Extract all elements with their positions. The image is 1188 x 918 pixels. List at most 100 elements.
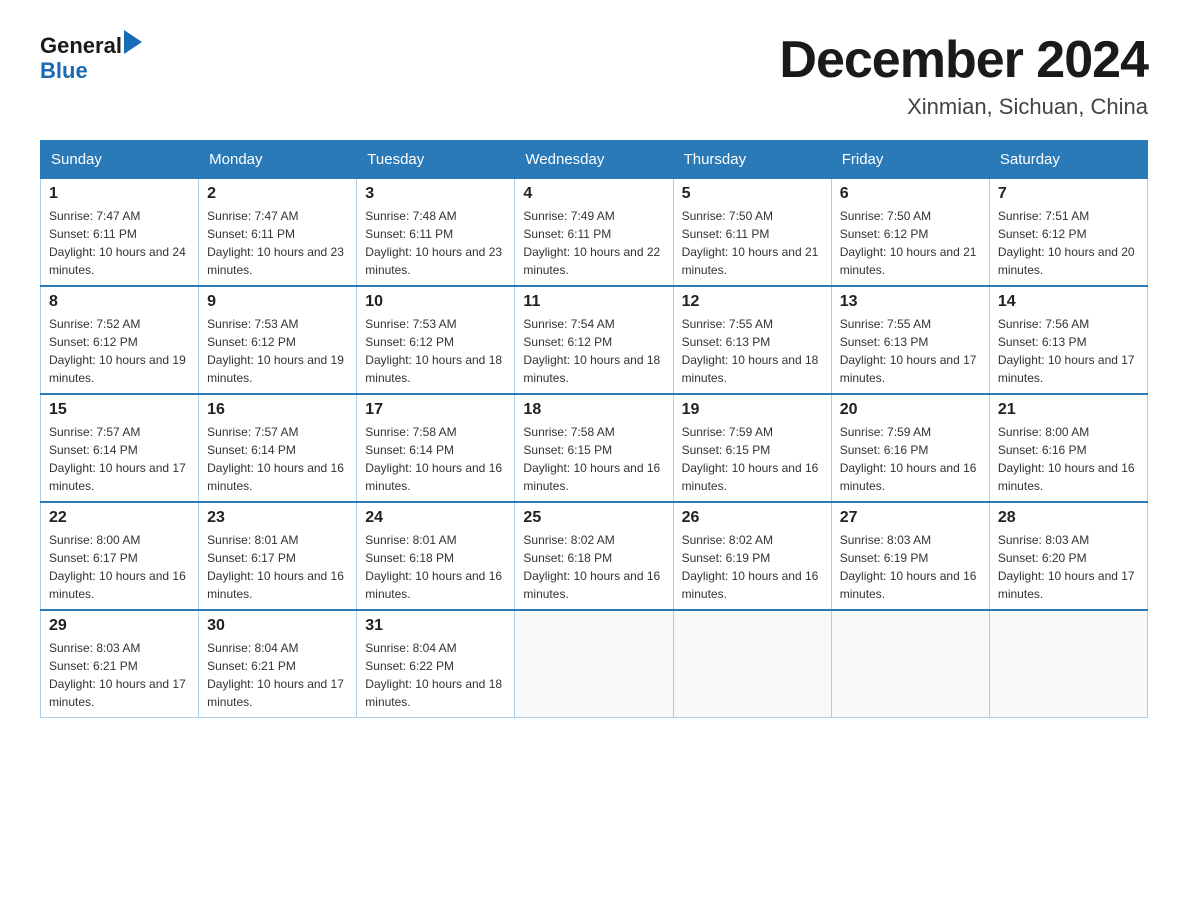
table-row: 19 Sunrise: 7:59 AM Sunset: 6:15 PM Dayl… bbox=[673, 394, 831, 502]
table-row: 10 Sunrise: 7:53 AM Sunset: 6:12 PM Dayl… bbox=[357, 286, 515, 394]
col-tuesday: Tuesday bbox=[357, 141, 515, 179]
page-header: General Blue December 2024 Xinmian, Sich… bbox=[40, 30, 1148, 120]
day-info: Sunrise: 7:57 AM Sunset: 6:14 PM Dayligh… bbox=[207, 423, 348, 495]
title-block: December 2024 Xinmian, Sichuan, China bbox=[779, 30, 1148, 120]
day-info: Sunrise: 8:02 AM Sunset: 6:19 PM Dayligh… bbox=[682, 531, 823, 603]
day-number: 19 bbox=[682, 401, 823, 419]
day-number: 15 bbox=[49, 401, 190, 419]
table-row: 31 Sunrise: 8:04 AM Sunset: 6:22 PM Dayl… bbox=[357, 610, 515, 718]
table-row: 20 Sunrise: 7:59 AM Sunset: 6:16 PM Dayl… bbox=[831, 394, 989, 502]
calendar-row: 1 Sunrise: 7:47 AM Sunset: 6:11 PM Dayli… bbox=[41, 179, 1148, 287]
day-number: 7 bbox=[998, 185, 1139, 203]
col-thursday: Thursday bbox=[673, 141, 831, 179]
col-wednesday: Wednesday bbox=[515, 141, 673, 179]
table-row: 26 Sunrise: 8:02 AM Sunset: 6:19 PM Dayl… bbox=[673, 502, 831, 610]
day-number: 23 bbox=[207, 509, 348, 527]
day-info: Sunrise: 7:53 AM Sunset: 6:12 PM Dayligh… bbox=[365, 315, 506, 387]
page-title: December 2024 bbox=[779, 30, 1148, 90]
day-info: Sunrise: 8:03 AM Sunset: 6:20 PM Dayligh… bbox=[998, 531, 1139, 603]
day-number: 26 bbox=[682, 509, 823, 527]
page-subtitle: Xinmian, Sichuan, China bbox=[779, 94, 1148, 120]
day-number: 28 bbox=[998, 509, 1139, 527]
table-row: 15 Sunrise: 7:57 AM Sunset: 6:14 PM Dayl… bbox=[41, 394, 199, 502]
table-row: 28 Sunrise: 8:03 AM Sunset: 6:20 PM Dayl… bbox=[989, 502, 1147, 610]
table-row bbox=[515, 610, 673, 718]
calendar-row: 29 Sunrise: 8:03 AM Sunset: 6:21 PM Dayl… bbox=[41, 610, 1148, 718]
day-info: Sunrise: 7:55 AM Sunset: 6:13 PM Dayligh… bbox=[682, 315, 823, 387]
day-info: Sunrise: 7:52 AM Sunset: 6:12 PM Dayligh… bbox=[49, 315, 190, 387]
day-number: 17 bbox=[365, 401, 506, 419]
day-number: 12 bbox=[682, 293, 823, 311]
day-number: 9 bbox=[207, 293, 348, 311]
day-number: 22 bbox=[49, 509, 190, 527]
day-number: 18 bbox=[523, 401, 664, 419]
table-row bbox=[831, 610, 989, 718]
table-row: 27 Sunrise: 8:03 AM Sunset: 6:19 PM Dayl… bbox=[831, 502, 989, 610]
table-row: 12 Sunrise: 7:55 AM Sunset: 6:13 PM Dayl… bbox=[673, 286, 831, 394]
table-row: 30 Sunrise: 8:04 AM Sunset: 6:21 PM Dayl… bbox=[199, 610, 357, 718]
table-row: 7 Sunrise: 7:51 AM Sunset: 6:12 PM Dayli… bbox=[989, 179, 1147, 287]
day-number: 10 bbox=[365, 293, 506, 311]
calendar-row: 22 Sunrise: 8:00 AM Sunset: 6:17 PM Dayl… bbox=[41, 502, 1148, 610]
calendar-row: 15 Sunrise: 7:57 AM Sunset: 6:14 PM Dayl… bbox=[41, 394, 1148, 502]
table-row: 8 Sunrise: 7:52 AM Sunset: 6:12 PM Dayli… bbox=[41, 286, 199, 394]
table-row: 25 Sunrise: 8:02 AM Sunset: 6:18 PM Dayl… bbox=[515, 502, 673, 610]
day-number: 8 bbox=[49, 293, 190, 311]
day-info: Sunrise: 8:01 AM Sunset: 6:17 PM Dayligh… bbox=[207, 531, 348, 603]
day-info: Sunrise: 7:47 AM Sunset: 6:11 PM Dayligh… bbox=[207, 207, 348, 279]
day-number: 24 bbox=[365, 509, 506, 527]
table-row: 21 Sunrise: 8:00 AM Sunset: 6:16 PM Dayl… bbox=[989, 394, 1147, 502]
day-info: Sunrise: 7:54 AM Sunset: 6:12 PM Dayligh… bbox=[523, 315, 664, 387]
logo-triangle-icon bbox=[124, 30, 142, 54]
header-row: Sunday Monday Tuesday Wednesday Thursday… bbox=[41, 141, 1148, 179]
day-info: Sunrise: 7:47 AM Sunset: 6:11 PM Dayligh… bbox=[49, 207, 190, 279]
logo-general: General bbox=[40, 33, 122, 59]
calendar-row: 8 Sunrise: 7:52 AM Sunset: 6:12 PM Dayli… bbox=[41, 286, 1148, 394]
day-number: 11 bbox=[523, 293, 664, 311]
day-info: Sunrise: 7:58 AM Sunset: 6:14 PM Dayligh… bbox=[365, 423, 506, 495]
table-row: 22 Sunrise: 8:00 AM Sunset: 6:17 PM Dayl… bbox=[41, 502, 199, 610]
day-info: Sunrise: 8:03 AM Sunset: 6:21 PM Dayligh… bbox=[49, 639, 190, 711]
table-row: 23 Sunrise: 8:01 AM Sunset: 6:17 PM Dayl… bbox=[199, 502, 357, 610]
col-friday: Friday bbox=[831, 141, 989, 179]
table-row: 9 Sunrise: 7:53 AM Sunset: 6:12 PM Dayli… bbox=[199, 286, 357, 394]
table-row: 14 Sunrise: 7:56 AM Sunset: 6:13 PM Dayl… bbox=[989, 286, 1147, 394]
table-row: 13 Sunrise: 7:55 AM Sunset: 6:13 PM Dayl… bbox=[831, 286, 989, 394]
day-info: Sunrise: 7:57 AM Sunset: 6:14 PM Dayligh… bbox=[49, 423, 190, 495]
logo-blue: Blue bbox=[40, 58, 88, 84]
day-number: 4 bbox=[523, 185, 664, 203]
day-number: 3 bbox=[365, 185, 506, 203]
day-number: 16 bbox=[207, 401, 348, 419]
logo: General Blue bbox=[40, 30, 142, 84]
day-number: 13 bbox=[840, 293, 981, 311]
day-info: Sunrise: 8:02 AM Sunset: 6:18 PM Dayligh… bbox=[523, 531, 664, 603]
day-number: 25 bbox=[523, 509, 664, 527]
day-info: Sunrise: 8:01 AM Sunset: 6:18 PM Dayligh… bbox=[365, 531, 506, 603]
day-info: Sunrise: 7:55 AM Sunset: 6:13 PM Dayligh… bbox=[840, 315, 981, 387]
table-row: 18 Sunrise: 7:58 AM Sunset: 6:15 PM Dayl… bbox=[515, 394, 673, 502]
day-info: Sunrise: 8:00 AM Sunset: 6:16 PM Dayligh… bbox=[998, 423, 1139, 495]
table-row: 11 Sunrise: 7:54 AM Sunset: 6:12 PM Dayl… bbox=[515, 286, 673, 394]
table-row: 24 Sunrise: 8:01 AM Sunset: 6:18 PM Dayl… bbox=[357, 502, 515, 610]
day-number: 29 bbox=[49, 617, 190, 635]
table-row: 29 Sunrise: 8:03 AM Sunset: 6:21 PM Dayl… bbox=[41, 610, 199, 718]
day-info: Sunrise: 8:04 AM Sunset: 6:21 PM Dayligh… bbox=[207, 639, 348, 711]
day-number: 2 bbox=[207, 185, 348, 203]
day-number: 27 bbox=[840, 509, 981, 527]
day-info: Sunrise: 7:58 AM Sunset: 6:15 PM Dayligh… bbox=[523, 423, 664, 495]
day-number: 5 bbox=[682, 185, 823, 203]
day-info: Sunrise: 7:50 AM Sunset: 6:11 PM Dayligh… bbox=[682, 207, 823, 279]
day-info: Sunrise: 7:59 AM Sunset: 6:16 PM Dayligh… bbox=[840, 423, 981, 495]
day-number: 30 bbox=[207, 617, 348, 635]
day-info: Sunrise: 7:56 AM Sunset: 6:13 PM Dayligh… bbox=[998, 315, 1139, 387]
day-info: Sunrise: 7:53 AM Sunset: 6:12 PM Dayligh… bbox=[207, 315, 348, 387]
day-number: 31 bbox=[365, 617, 506, 635]
day-info: Sunrise: 8:03 AM Sunset: 6:19 PM Dayligh… bbox=[840, 531, 981, 603]
day-info: Sunrise: 8:04 AM Sunset: 6:22 PM Dayligh… bbox=[365, 639, 506, 711]
day-info: Sunrise: 7:59 AM Sunset: 6:15 PM Dayligh… bbox=[682, 423, 823, 495]
calendar-table: Sunday Monday Tuesday Wednesday Thursday… bbox=[40, 140, 1148, 718]
day-number: 1 bbox=[49, 185, 190, 203]
table-row: 17 Sunrise: 7:58 AM Sunset: 6:14 PM Dayl… bbox=[357, 394, 515, 502]
day-info: Sunrise: 7:51 AM Sunset: 6:12 PM Dayligh… bbox=[998, 207, 1139, 279]
table-row bbox=[989, 610, 1147, 718]
